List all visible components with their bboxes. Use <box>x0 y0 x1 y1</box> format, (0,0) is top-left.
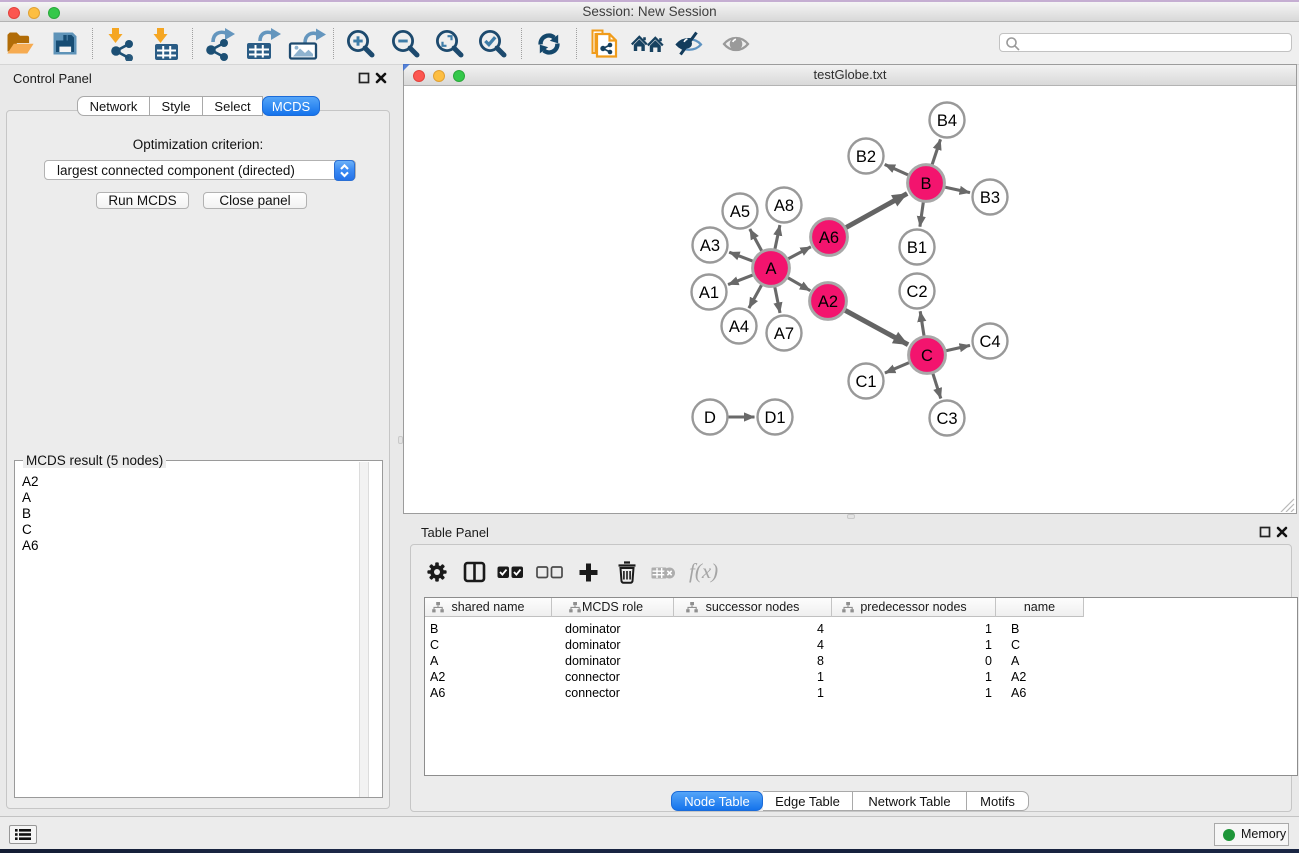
svg-text:B1: B1 <box>907 239 927 257</box>
svg-text:D1: D1 <box>764 409 785 427</box>
svg-text:D: D <box>704 409 716 427</box>
svg-text:C4: C4 <box>979 333 1000 351</box>
svg-text:A4: A4 <box>729 318 749 336</box>
svg-text:B4: B4 <box>937 112 957 130</box>
svg-text:A6: A6 <box>819 229 839 247</box>
svg-text:C: C <box>921 347 933 365</box>
svg-text:A1: A1 <box>699 284 719 302</box>
svg-text:A2: A2 <box>818 293 838 311</box>
svg-text:B: B <box>920 175 931 193</box>
svg-text:A: A <box>765 260 776 278</box>
svg-text:B2: B2 <box>856 148 876 166</box>
svg-text:C2: C2 <box>906 283 927 301</box>
svg-text:C1: C1 <box>855 373 876 391</box>
svg-text:A7: A7 <box>774 325 794 343</box>
svg-text:A5: A5 <box>730 203 750 221</box>
svg-text:A3: A3 <box>700 237 720 255</box>
svg-text:A8: A8 <box>774 197 794 215</box>
svg-text:B3: B3 <box>980 189 1000 207</box>
svg-text:C3: C3 <box>936 410 957 428</box>
